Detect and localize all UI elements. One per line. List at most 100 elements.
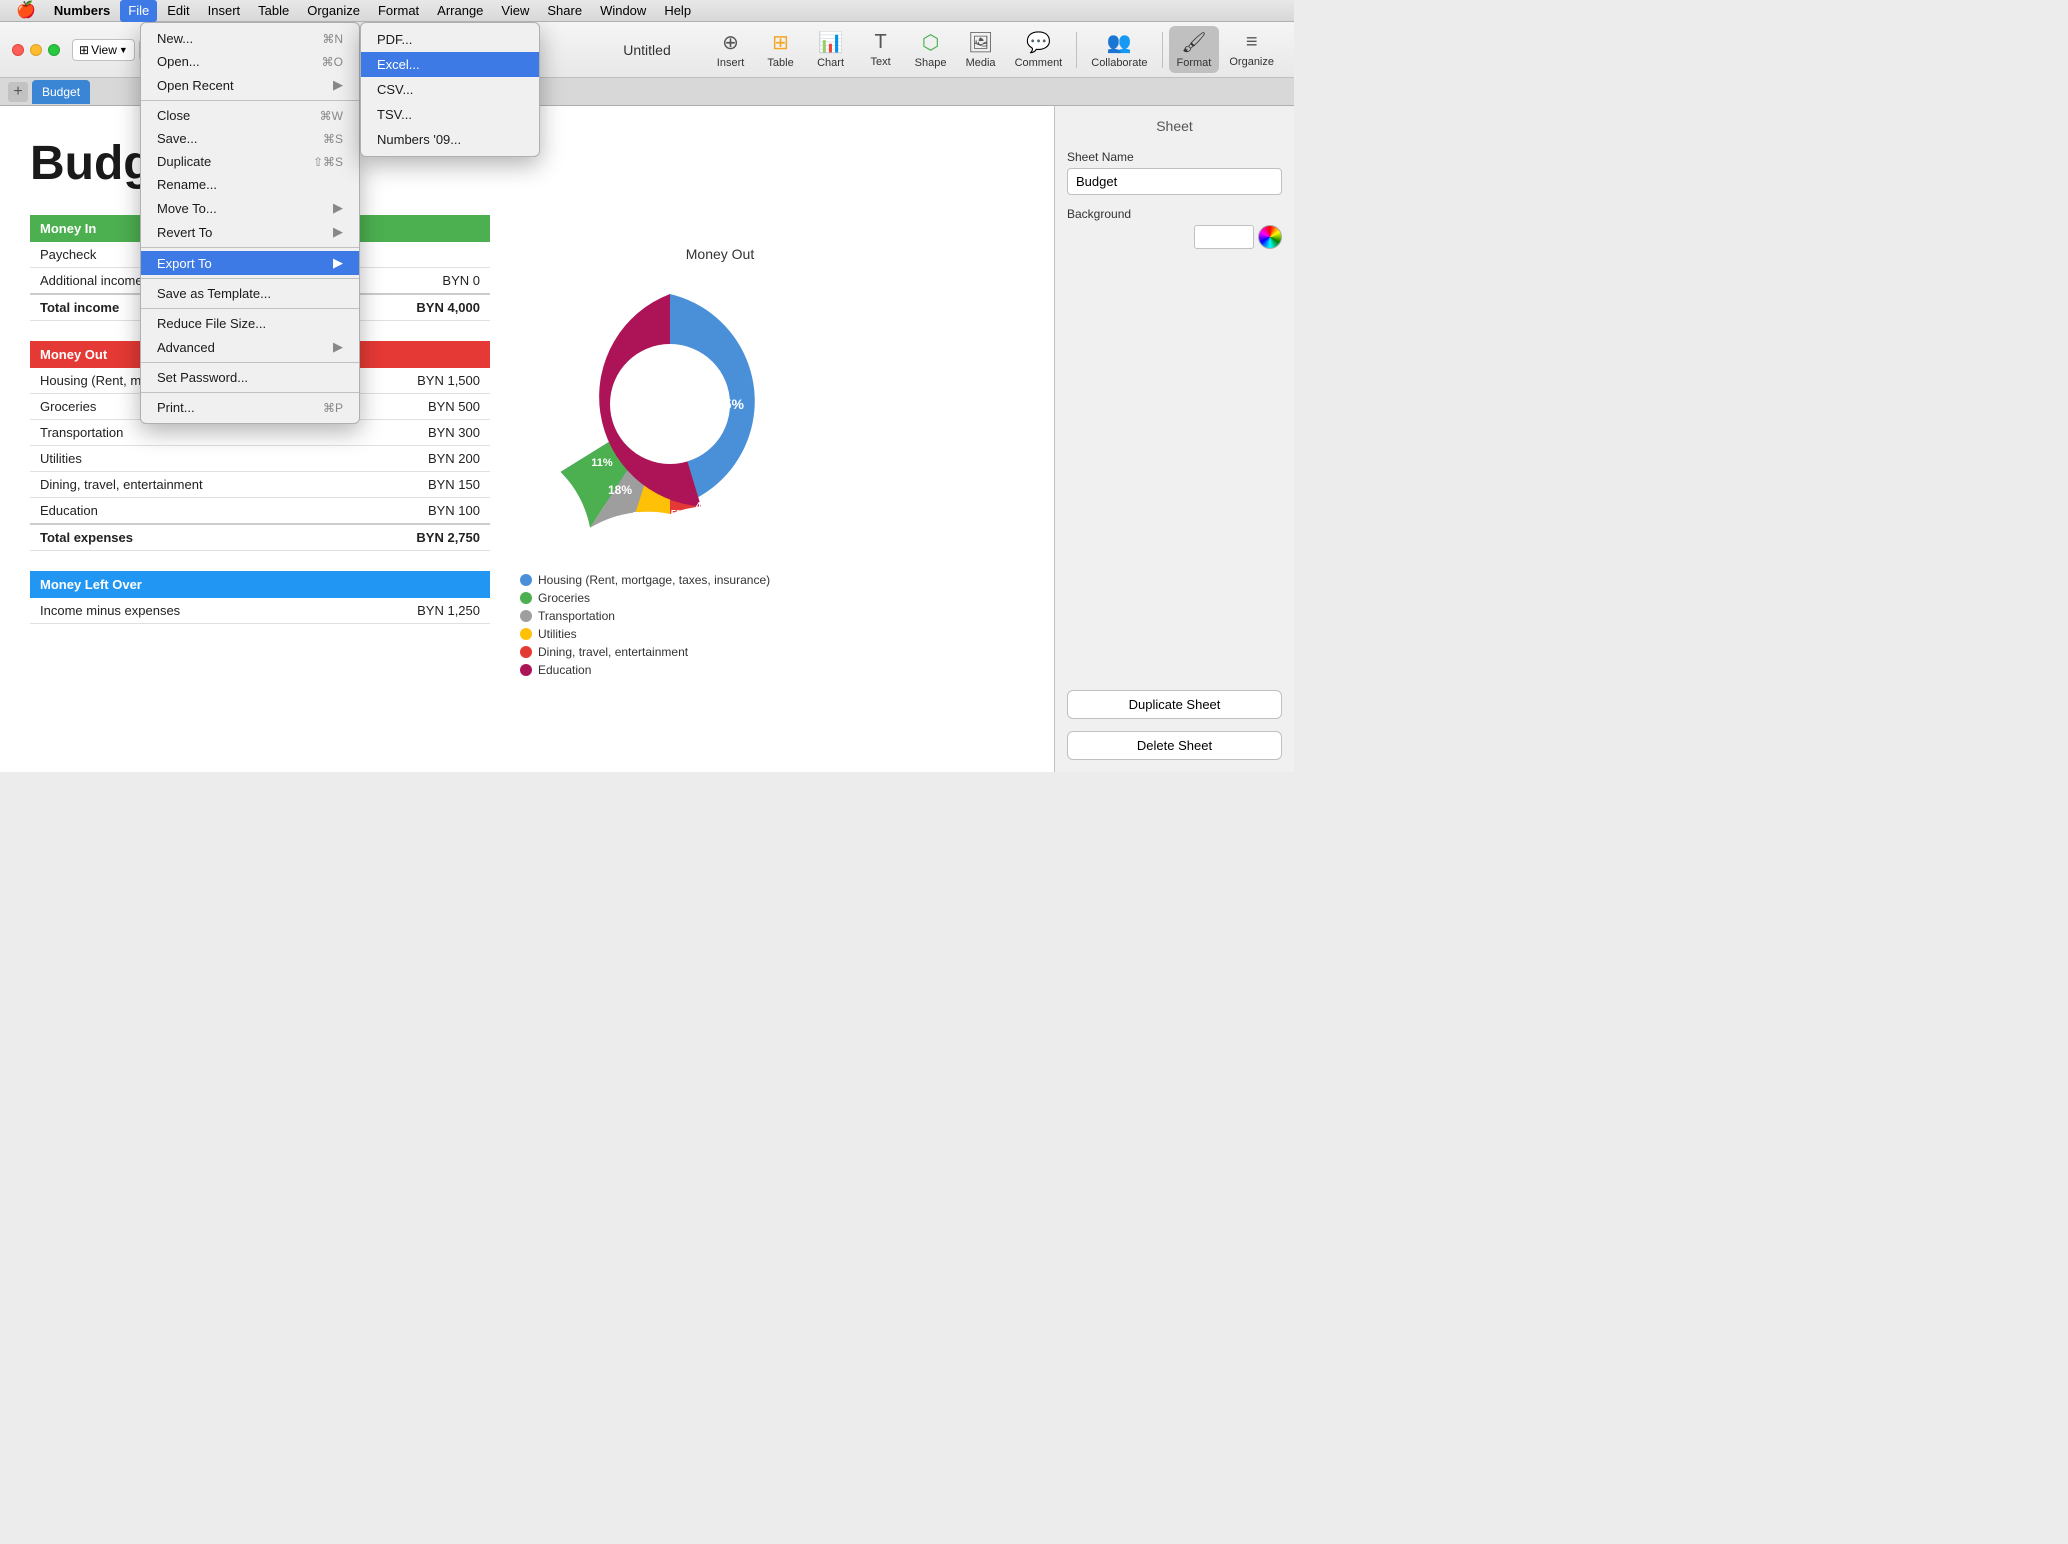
new-shortcut: ⌘N <box>322 32 343 46</box>
budget-sheet-tab[interactable]: Budget <box>32 80 90 104</box>
menu-open[interactable]: Open... ⌘O <box>141 50 359 73</box>
numbers09-label: Numbers '09... <box>377 132 461 147</box>
duplicate-sheet-button[interactable]: Duplicate Sheet <box>1067 690 1282 719</box>
chart-button[interactable]: 📊 Chart <box>807 26 855 73</box>
advanced-label: Advanced <box>157 340 215 355</box>
menu-revert-to[interactable]: Revert To ▶ <box>141 220 359 244</box>
menubar-insert[interactable]: Insert <box>200 0 249 22</box>
toolbar-buttons: ⊕ Insert ⊞ Table 📊 Chart T Text ⬡ Shape … <box>707 26 1282 73</box>
export-csv[interactable]: CSV... <box>361 77 539 102</box>
menu-separator-6 <box>141 392 359 393</box>
menubar-file[interactable]: File <box>120 0 157 22</box>
menubar-table[interactable]: Table <box>250 0 297 22</box>
menu-export-to[interactable]: Export To ▶ <box>141 251 359 275</box>
utilities-amount[interactable]: BYN 200 <box>382 446 490 472</box>
save-label: Save... <box>157 131 197 146</box>
menu-duplicate[interactable]: Duplicate ⇧⌘S <box>141 150 359 173</box>
menu-advanced[interactable]: Advanced ▶ <box>141 335 359 359</box>
menu-close[interactable]: Close ⌘W <box>141 104 359 127</box>
table-button[interactable]: ⊞ Table <box>757 26 805 73</box>
shape-button[interactable]: ⬡ Shape <box>907 26 955 73</box>
housing-percent-label: 55% <box>716 396 745 412</box>
education-percent-label: 4% <box>696 501 711 512</box>
education-legend-label: Education <box>538 663 591 677</box>
minimize-window-button[interactable] <box>30 44 42 56</box>
tsv-label: TSV... <box>377 107 412 122</box>
comment-icon: 💬 <box>1026 30 1051 55</box>
menubar-arrange[interactable]: Arrange <box>429 0 491 22</box>
menubar-share[interactable]: Share <box>539 0 590 22</box>
legend-item-groceries: Groceries <box>520 591 920 605</box>
dining-label: Dining, travel, entertainment <box>30 472 382 498</box>
csv-label: CSV... <box>377 82 413 97</box>
background-color-swatch[interactable] <box>1194 225 1254 249</box>
income-minus-amount[interactable]: BYN 1,250 <box>333 598 490 624</box>
new-label: New... <box>157 31 193 46</box>
comment-button[interactable]: 💬 Comment <box>1007 26 1071 73</box>
menubar-window[interactable]: Window <box>592 0 654 22</box>
chart-legend: Housing (Rent, mortgage, taxes, insuranc… <box>520 573 920 677</box>
export-numbers09[interactable]: Numbers '09... <box>361 127 539 152</box>
menu-reduce-size[interactable]: Reduce File Size... <box>141 312 359 335</box>
shape-icon: ⬡ <box>922 30 939 55</box>
panel-spacer <box>1067 261 1282 678</box>
insert-icon: ⊕ <box>722 30 739 55</box>
menu-new[interactable]: New... ⌘N <box>141 27 359 50</box>
menu-set-password[interactable]: Set Password... <box>141 366 359 389</box>
view-button[interactable]: ⊞ View ▼ <box>72 39 135 61</box>
menu-rename[interactable]: Rename... <box>141 173 359 196</box>
menu-move-to[interactable]: Move To... ▶ <box>141 196 359 220</box>
open-recent-arrow: ▶ <box>333 77 343 93</box>
table-row: Dining, travel, entertainment BYN 150 <box>30 472 490 498</box>
dining-amount[interactable]: BYN 150 <box>382 472 490 498</box>
menubar-view[interactable]: View <box>493 0 537 22</box>
transportation-percent-label: 11% <box>591 457 613 469</box>
right-panel: Sheet Sheet Name Background Duplicate Sh… <box>1054 106 1294 772</box>
apple-menu[interactable]: 🍎 <box>8 0 44 22</box>
total-expenses-row: Total expenses BYN 2,750 <box>30 524 490 551</box>
menu-save[interactable]: Save... ⌘S <box>141 127 359 150</box>
menubar-organize[interactable]: Organize <box>299 0 368 22</box>
close-window-button[interactable] <box>12 44 24 56</box>
text-button[interactable]: T Text <box>857 27 905 72</box>
save-template-label: Save as Template... <box>157 286 271 301</box>
traffic-lights <box>12 44 60 56</box>
add-sheet-button[interactable]: + <box>8 82 28 102</box>
text-icon: T <box>874 31 886 54</box>
menu-save-template[interactable]: Save as Template... <box>141 282 359 305</box>
menubar-edit[interactable]: Edit <box>159 0 197 22</box>
document-title: Untitled <box>623 42 670 58</box>
export-excel[interactable]: Excel... <box>361 52 539 77</box>
menu-separator-2 <box>141 247 359 248</box>
media-button[interactable]: 🖼 Media <box>957 26 1005 73</box>
organize-button[interactable]: ≡ Organize <box>1221 27 1282 72</box>
revert-to-label: Revert To <box>157 225 212 240</box>
transportation-amount[interactable]: BYN 300 <box>382 420 490 446</box>
move-to-arrow: ▶ <box>333 200 343 216</box>
save-shortcut: ⌘S <box>323 132 343 146</box>
education-amount[interactable]: BYN 100 <box>382 498 490 525</box>
insert-button[interactable]: ⊕ Insert <box>707 26 755 73</box>
sheet-name-input[interactable] <box>1067 168 1282 195</box>
export-submenu: PDF... Excel... CSV... TSV... Numbers '0… <box>360 22 540 157</box>
housing-amount[interactable]: BYN 1,500 <box>382 368 490 394</box>
export-to-label: Export To <box>157 256 212 271</box>
menu-open-recent[interactable]: Open Recent ▶ <box>141 73 359 97</box>
color-wheel-button[interactable] <box>1258 225 1282 249</box>
set-password-label: Set Password... <box>157 370 248 385</box>
export-pdf[interactable]: PDF... <box>361 27 539 52</box>
media-icon: 🖼 <box>968 30 993 55</box>
delete-sheet-button[interactable]: Delete Sheet <box>1067 731 1282 760</box>
maximize-window-button[interactable] <box>48 44 60 56</box>
menubar-help[interactable]: Help <box>656 0 699 22</box>
export-tsv[interactable]: TSV... <box>361 102 539 127</box>
menu-print[interactable]: Print... ⌘P <box>141 396 359 419</box>
groceries-amount[interactable]: BYN 500 <box>382 394 490 420</box>
menubar-format[interactable]: Format <box>370 0 427 22</box>
duplicate-shortcut: ⇧⌘S <box>313 155 343 169</box>
organize-icon: ≡ <box>1246 31 1258 54</box>
menubar-numbers[interactable]: Numbers <box>46 0 118 22</box>
format-button[interactable]: 🖌 Format <box>1169 26 1220 73</box>
view-chevron-icon: ▼ <box>119 45 128 55</box>
collaborate-button[interactable]: 👥 Collaborate <box>1083 26 1155 73</box>
